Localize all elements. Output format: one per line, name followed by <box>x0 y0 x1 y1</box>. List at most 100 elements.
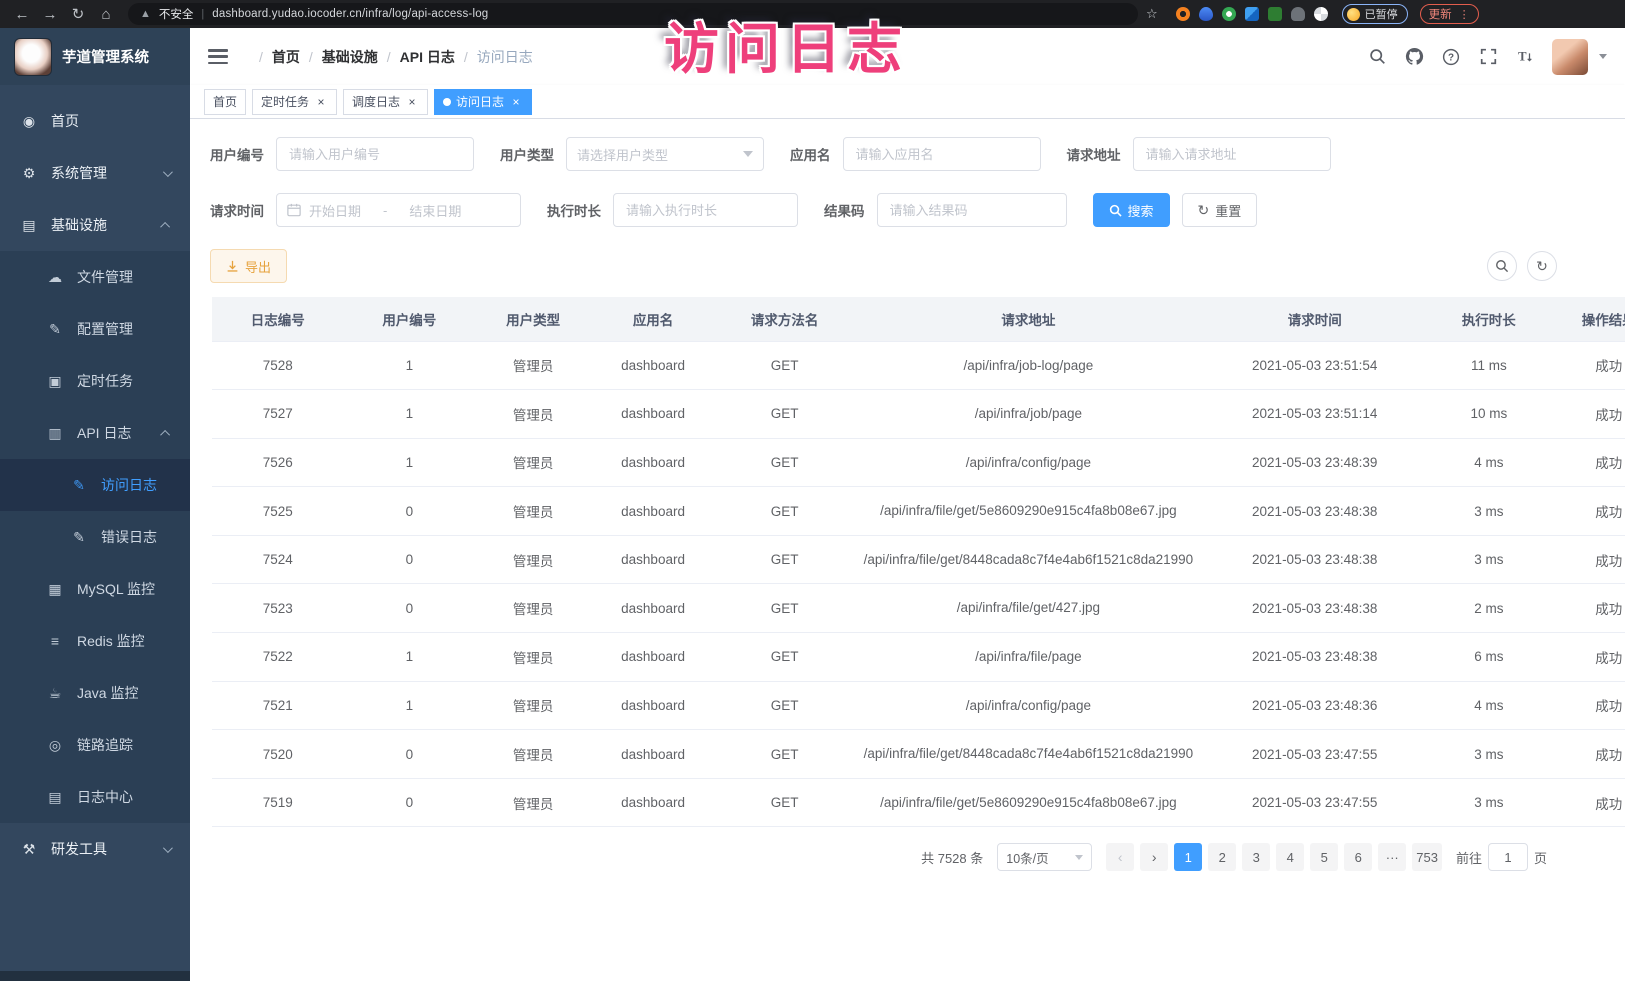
page-number-button[interactable]: 1 <box>1174 843 1202 871</box>
fullscreen-icon[interactable] <box>1478 47 1498 67</box>
browser-forward-icon[interactable]: → <box>38 6 62 23</box>
export-button[interactable]: 导出 <box>210 249 287 283</box>
cell-request-url: /api/infra/job/page <box>854 390 1202 439</box>
page-number-button[interactable]: 4 <box>1276 843 1304 871</box>
sidebar-menu-item[interactable]: ▥ API 日志 <box>0 407 190 459</box>
cell-request-url: /api/infra/file/get/5e8609290e915c4fa8b0… <box>854 778 1202 827</box>
infrastructure-icon: ▤ <box>20 217 38 234</box>
update-label: 更新 <box>1429 6 1452 22</box>
breadcrumb-item[interactable]: API 日志 <box>378 47 455 67</box>
sidebar-menu-item[interactable]: ▤ 日志中心 <box>0 771 190 823</box>
breadcrumb-item[interactable]: 首页 <box>250 47 300 67</box>
sidebar-menu-item[interactable]: ✎ 配置管理 <box>0 303 190 355</box>
tags-view-tab[interactable]: 定时任务 <box>252 89 337 115</box>
reset-button[interactable]: ↻ 重置 <box>1182 193 1258 227</box>
extension-pinwheel-icon[interactable] <box>1314 7 1328 21</box>
browser-menu-icon[interactable]: ⋮ <box>1459 8 1470 21</box>
hamburger-icon[interactable] <box>208 49 228 64</box>
extension-shield-icon[interactable] <box>1199 7 1213 21</box>
page-number-button[interactable]: 5 <box>1310 843 1338 871</box>
cell-request-time: 2021-05-03 23:51:14 <box>1203 390 1427 439</box>
search-button-label: 搜索 <box>1128 201 1154 220</box>
cell-app-name: dashboard <box>591 681 715 730</box>
refresh-table-button[interactable]: ↻ <box>1527 251 1557 281</box>
close-icon[interactable] <box>314 95 328 109</box>
sidebar-menu-item[interactable]: ◎ 链路追踪 <box>0 719 190 771</box>
request-url-input[interactable] <box>1133 137 1331 171</box>
paused-badge[interactable]: 已暂停 <box>1342 4 1408 24</box>
tags-view-tab[interactable]: 访问日志 <box>434 89 532 115</box>
tags-view-tab[interactable]: 调度日志 <box>343 89 428 115</box>
emoji-icon <box>1347 8 1360 21</box>
page-number-button[interactable]: 2 <box>1208 843 1236 871</box>
cell-method: GET <box>715 778 854 827</box>
close-icon[interactable] <box>405 95 419 109</box>
sidebar-menu-item[interactable]: ▣ 定时任务 <box>0 355 190 407</box>
sidebar-menu-item[interactable]: ≡ Redis 监控 <box>0 615 190 667</box>
sidebar-menu-item[interactable]: ✎ 访问日志 <box>0 459 190 511</box>
extension-green-circle-icon[interactable] <box>1222 7 1236 21</box>
sidebar-menu-item[interactable]: ☁ 文件管理 <box>0 251 190 303</box>
prev-page-button[interactable]: ‹ <box>1106 843 1134 871</box>
user-id-input[interactable] <box>276 137 474 171</box>
sidebar-menu-item[interactable]: ▤ 基础设施 <box>0 199 190 251</box>
extension-orange-icon[interactable] <box>1176 7 1190 21</box>
search-button[interactable]: 搜索 <box>1093 193 1170 227</box>
page-size-value: 10条/页 <box>1006 848 1048 867</box>
extension-translate-icon[interactable] <box>1268 7 1282 21</box>
avatar-dropdown-icon[interactable] <box>1599 54 1607 59</box>
sidebar-menu-item[interactable]: ◉ 首页 <box>0 95 190 147</box>
breadcrumb-item[interactable]: 访问日志 <box>455 47 533 67</box>
cell-duration: 2 ms <box>1427 584 1551 633</box>
cell-request-time: 2021-05-03 23:48:38 <box>1203 535 1427 584</box>
table-row: 7520 0 管理员 dashboard GET /api/infra/file… <box>212 730 1625 779</box>
cell-duration: 6 ms <box>1427 633 1551 682</box>
timer-icon: ▣ <box>46 373 64 390</box>
column-header: 操作结果 <box>1551 297 1625 341</box>
breadcrumb-item[interactable]: 基础设施 <box>300 47 378 67</box>
result-code-input[interactable] <box>877 193 1067 227</box>
app-logo[interactable]: 芋道管理系统 <box>0 28 190 85</box>
duration-input[interactable] <box>613 193 798 227</box>
log-icon: ▥ <box>46 425 64 442</box>
next-page-button[interactable]: › <box>1140 843 1168 871</box>
page-size-select[interactable]: 10条/页 <box>997 843 1092 871</box>
browser-back-icon[interactable]: ← <box>10 6 34 23</box>
tags-view-tab[interactable]: 首页 <box>204 89 246 115</box>
request-time-range-picker[interactable]: 开始日期 - 结束日期 <box>276 193 521 227</box>
github-icon[interactable] <box>1404 47 1424 67</box>
user-type-select[interactable]: 请选择用户类型 <box>566 137 764 171</box>
browser-home-icon[interactable]: ⌂ <box>94 6 118 23</box>
page-number-button[interactable]: 753 <box>1412 843 1442 871</box>
sidebar-menu-item[interactable]: ▦ MySQL 监控 <box>0 563 190 615</box>
request-time-label: 请求时间 <box>210 200 264 220</box>
sidebar-menu-item[interactable]: ✎ 错误日志 <box>0 511 190 563</box>
browser-toolbar: ← → ↻ ⌂ ▲ 不安全 | dashboard.yudao.iocoder.… <box>0 0 1625 28</box>
browser-update-button[interactable]: 更新 ⋮ <box>1420 4 1479 24</box>
font-size-icon[interactable]: T <box>1515 47 1535 67</box>
goto-suffix: 页 <box>1534 848 1547 867</box>
sidebar-collapse-bar[interactable] <box>0 971 190 981</box>
docs-help-icon[interactable]: ? <box>1441 47 1461 67</box>
address-bar[interactable]: ▲ 不安全 | dashboard.yudao.iocoder.cn/infra… <box>128 3 1138 25</box>
sidebar-menu-item[interactable]: ☕ Java 监控 <box>0 667 190 719</box>
app-name-input[interactable] <box>843 137 1041 171</box>
goto-page-input[interactable] <box>1488 843 1528 871</box>
browser-reload-icon[interactable]: ↻ <box>66 5 90 23</box>
extension-puzzle-icon[interactable] <box>1245 7 1259 21</box>
header-search-icon[interactable] <box>1367 47 1387 67</box>
sidebar-menu-item[interactable]: ⚙ 系统管理 <box>0 147 190 199</box>
column-header: 请求时间 <box>1203 297 1427 341</box>
user-avatar[interactable] <box>1552 39 1588 75</box>
close-icon[interactable] <box>509 95 523 109</box>
cloud-upload-icon: ☁ <box>46 269 64 286</box>
toggle-search-button[interactable] <box>1487 251 1517 281</box>
page-number-button[interactable]: 6 <box>1344 843 1372 871</box>
page-number-button[interactable]: ··· <box>1378 843 1406 871</box>
page-number-button[interactable]: 3 <box>1242 843 1270 871</box>
sidebar-item-label: Java 监控 <box>77 683 138 703</box>
sidebar-menu-item[interactable]: ⚒ 研发工具 <box>0 823 190 875</box>
extension-person-icon[interactable] <box>1291 7 1305 21</box>
bookmark-star-icon[interactable]: ☆ <box>1146 6 1158 22</box>
cell-app-name: dashboard <box>591 341 715 390</box>
